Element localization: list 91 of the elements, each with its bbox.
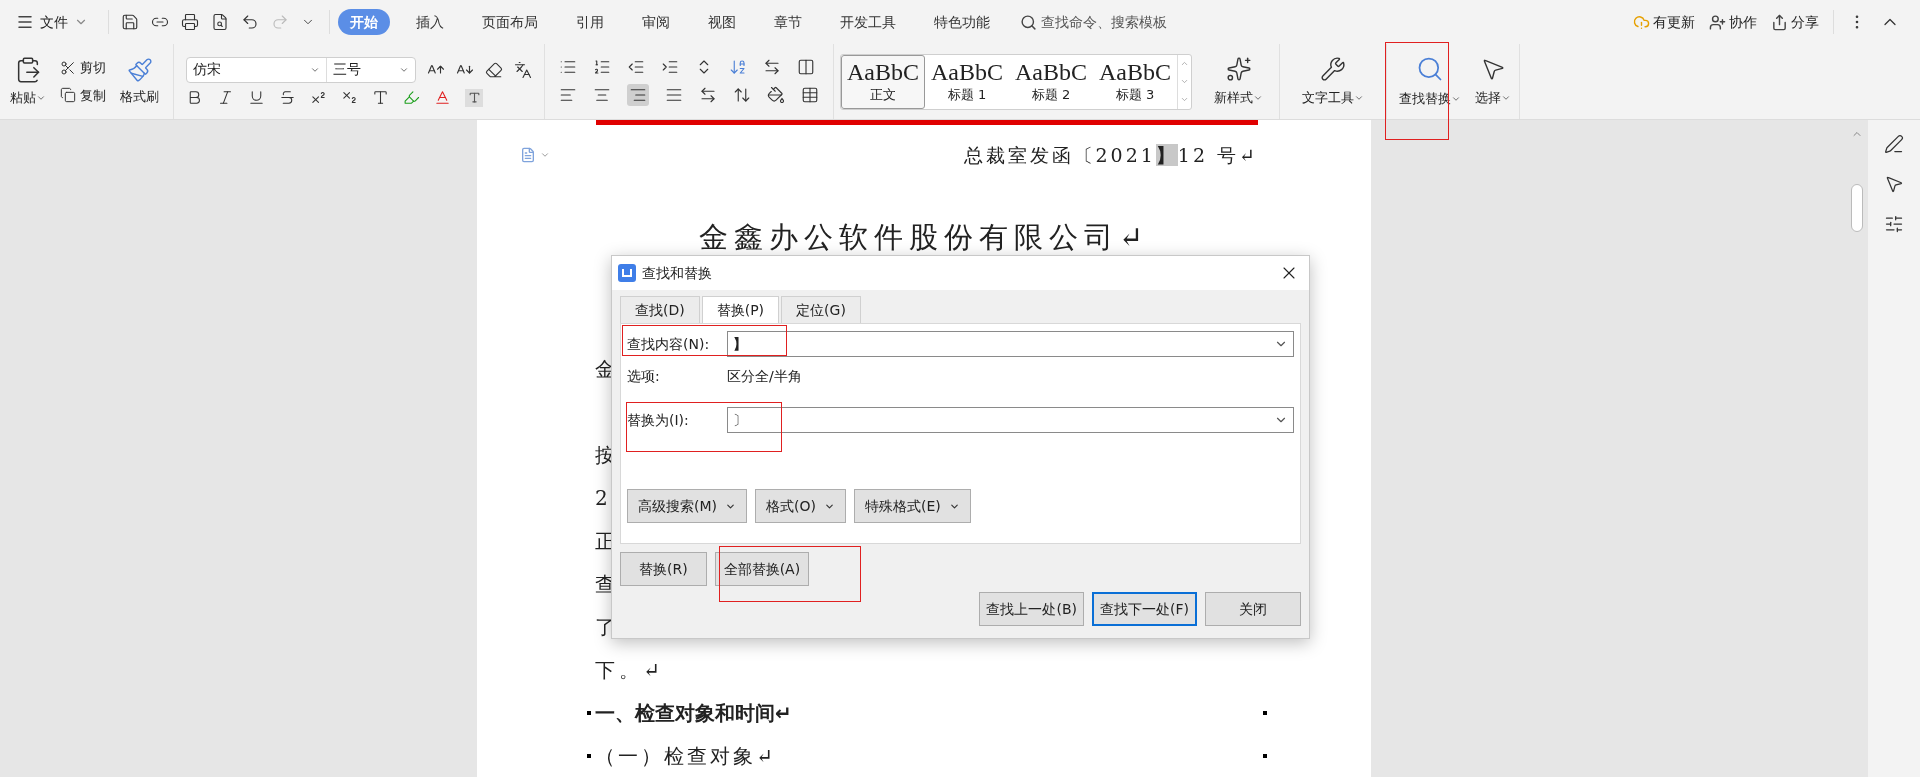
- ribbon-tab[interactable]: 引用: [564, 9, 616, 35]
- document-icon[interactable]: [520, 147, 536, 164]
- field-label: 替换为(I):: [627, 410, 690, 430]
- style-gallery-item[interactable]: AaBbC 标题 2: [1009, 54, 1093, 109]
- ribbon-tab[interactable]: 审阅: [630, 9, 682, 35]
- document-reference-number: 总裁室发函〔2021】12 号↵: [963, 143, 1258, 168]
- document-title: 金鑫办公软件股份有限公司↵: [698, 218, 1150, 256]
- scrollbar-thumb[interactable]: [1851, 184, 1863, 232]
- font-color-icon[interactable]: [434, 89, 451, 106]
- paintbrush-icon[interactable]: [126, 56, 153, 83]
- line-break-icon[interactable]: [763, 57, 781, 76]
- dialog-button[interactable]: 查找上一处(B): [979, 592, 1084, 626]
- options-label: 选项:: [627, 366, 661, 386]
- share-icon[interactable]: [1771, 13, 1788, 31]
- sliders-icon[interactable]: [1884, 214, 1904, 234]
- text-tools-button[interactable]: 文字工具: [1280, 44, 1387, 119]
- cut-button[interactable]: 剪切: [60, 58, 106, 78]
- wrench-icon[interactable]: [1320, 55, 1346, 82]
- line-spacing-icon[interactable]: [733, 85, 751, 104]
- options-dropdown-button[interactable]: 高级搜索(M): [627, 489, 747, 523]
- highlighter-icon[interactable]: [403, 89, 420, 106]
- ribbon-tab[interactable]: 特色功能: [922, 9, 1002, 35]
- borders-icon[interactable]: [801, 85, 819, 104]
- italic-icon[interactable]: [217, 89, 234, 106]
- subscript-icon[interactable]: [341, 89, 358, 106]
- menu-icon[interactable]: [16, 13, 34, 31]
- style-gallery-item[interactable]: AaBbC 标题 1: [925, 54, 1009, 109]
- numbered-list-icon[interactable]: [593, 57, 611, 76]
- replace-all-button[interactable]: 全部替换(A): [714, 552, 810, 586]
- body-text: 下。↵: [595, 656, 664, 684]
- character-shading-icon[interactable]: [465, 88, 483, 107]
- ribbon-tab[interactable]: 视图: [696, 9, 748, 35]
- pointer-icon[interactable]: [1884, 174, 1904, 194]
- replace-button[interactable]: 替换(R): [620, 552, 707, 586]
- search-icon[interactable]: [1020, 13, 1037, 31]
- replace-field[interactable]: 〕: [727, 407, 1294, 433]
- field-label: 查找内容(N):: [627, 334, 711, 354]
- ribbon-tab[interactable]: 插入: [404, 9, 456, 35]
- file-menu[interactable]: 文件: [16, 11, 88, 33]
- command-search-field[interactable]: 查找命令、搜索模板: [1020, 11, 1167, 33]
- print-icon[interactable]: [181, 13, 199, 31]
- phonetic-guide-icon[interactable]: [514, 60, 532, 79]
- options-dropdown-button[interactable]: 格式(O): [755, 489, 846, 523]
- subsection-heading: （一）检查对象↵: [595, 742, 776, 770]
- options-value: 区分全/半角: [727, 366, 802, 386]
- dialog-tab[interactable]: 查找(D): [620, 296, 700, 323]
- format-mark: [1263, 710, 1267, 715]
- copy-icon[interactable]: [60, 87, 76, 104]
- pen-icon[interactable]: [1884, 134, 1904, 154]
- style-gallery-item[interactable]: AaBbC 正文: [841, 54, 925, 109]
- user-plus-icon[interactable]: [1709, 13, 1726, 31]
- body-text: 2: [595, 484, 608, 512]
- paste-button[interactable]: 粘贴: [10, 55, 46, 108]
- copy-button[interactable]: 复制: [60, 85, 106, 105]
- new-style-button[interactable]: 新样式: [1198, 44, 1280, 119]
- dialog-title: 查找和替换: [642, 263, 712, 283]
- app-logo-icon: [618, 264, 636, 282]
- toolbar-action[interactable]: 有更新: [1633, 11, 1695, 33]
- superscript-icon[interactable]: [310, 89, 327, 106]
- save-icon[interactable]: [121, 13, 139, 31]
- undo-icon[interactable]: [241, 13, 259, 31]
- format-mark: [1263, 753, 1267, 758]
- find-field[interactable]: 】: [727, 331, 1294, 357]
- select-button[interactable]: 选择: [1467, 44, 1520, 119]
- print-preview-icon[interactable]: [211, 13, 229, 31]
- format-painter-button[interactable]: 格式刷: [120, 56, 159, 107]
- new-style-icon[interactable]: [1225, 55, 1252, 82]
- underline-icon[interactable]: [248, 89, 265, 106]
- dialog-tab[interactable]: 定位(G): [781, 296, 861, 323]
- scissors-icon[interactable]: [60, 59, 76, 76]
- shading-icon[interactable]: [767, 85, 785, 104]
- options-dropdown-button[interactable]: 特殊格式(E): [853, 489, 971, 523]
- sort-icon[interactable]: [729, 57, 747, 76]
- ribbon-tab[interactable]: 开发工具: [828, 9, 908, 35]
- ribbon-tab[interactable]: 页面布局: [470, 9, 550, 35]
- body-text: 了: [595, 613, 615, 641]
- toolbar-action[interactable]: 协作: [1709, 11, 1757, 33]
- strikethrough-icon[interactable]: [279, 89, 296, 106]
- style-gallery-item[interactable]: AaBbC 标题 3: [1093, 54, 1177, 109]
- ribbon-tab[interactable]: 章节: [762, 9, 814, 35]
- dialog-tab[interactable]: 替换(P): [701, 296, 780, 323]
- toolbar-action[interactable]: 分享: [1771, 11, 1819, 33]
- columns-icon[interactable]: [797, 57, 815, 76]
- section-heading: 一、检查对象和时间↵: [595, 699, 792, 727]
- text-effect-icon[interactable]: [372, 89, 389, 106]
- dialog-button[interactable]: 关闭: [1205, 592, 1301, 626]
- format-mark: [587, 753, 591, 758]
- dialog-button[interactable]: 查找下一处(F): [1092, 592, 1197, 626]
- eraser-icon[interactable]: [485, 60, 503, 79]
- distribute-icon[interactable]: [699, 85, 717, 104]
- format-mark: [587, 710, 591, 715]
